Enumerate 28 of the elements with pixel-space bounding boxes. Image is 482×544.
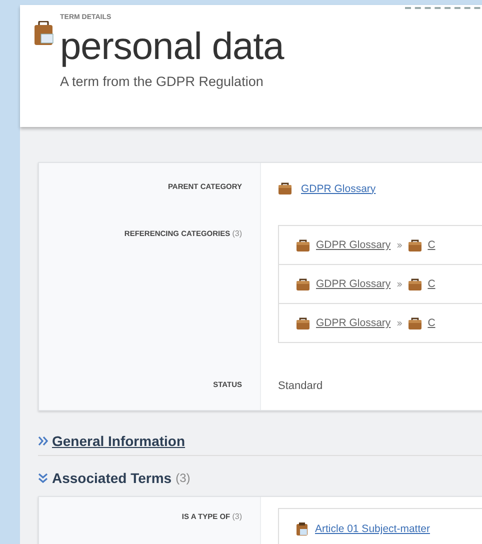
category-link[interactable]: GDPR Glossary	[316, 278, 391, 290]
category-icon	[408, 278, 422, 290]
chevron-separator-icon	[396, 242, 402, 248]
section-title[interactable]: General Information	[52, 433, 186, 449]
term-icon	[296, 522, 308, 536]
category-icon	[296, 316, 310, 330]
chevron-separator-icon	[396, 320, 402, 326]
category-icon	[408, 316, 422, 330]
category-link[interactable]: C	[428, 278, 436, 290]
category-link[interactable]: C	[428, 317, 436, 329]
term-count: (3)	[176, 471, 190, 485]
category-link[interactable]: GDPR Glossary	[301, 182, 376, 194]
category-link[interactable]: GDPR Glossary	[316, 317, 391, 329]
category-link[interactable]: C	[428, 239, 436, 251]
status-value: Standard	[278, 380, 323, 392]
double-chevron-right-icon[interactable]	[38, 436, 48, 446]
category-icon	[408, 238, 422, 252]
term-subtitle: A term from the GDPR Regulation	[60, 74, 264, 89]
briefcase-icon	[34, 21, 54, 46]
category-link[interactable]: GDPR Glossary	[316, 239, 391, 251]
term-link[interactable]: Article 01 Subject-matter	[315, 523, 430, 535]
chevron-separator-icon	[396, 282, 402, 286]
category-icon	[278, 182, 292, 195]
category-icon	[296, 238, 310, 252]
double-chevron-down-icon[interactable]	[38, 473, 48, 483]
section-title[interactable]: Associated Terms	[52, 470, 172, 486]
term-title: personal data	[60, 25, 284, 70]
category-icon	[296, 278, 310, 290]
